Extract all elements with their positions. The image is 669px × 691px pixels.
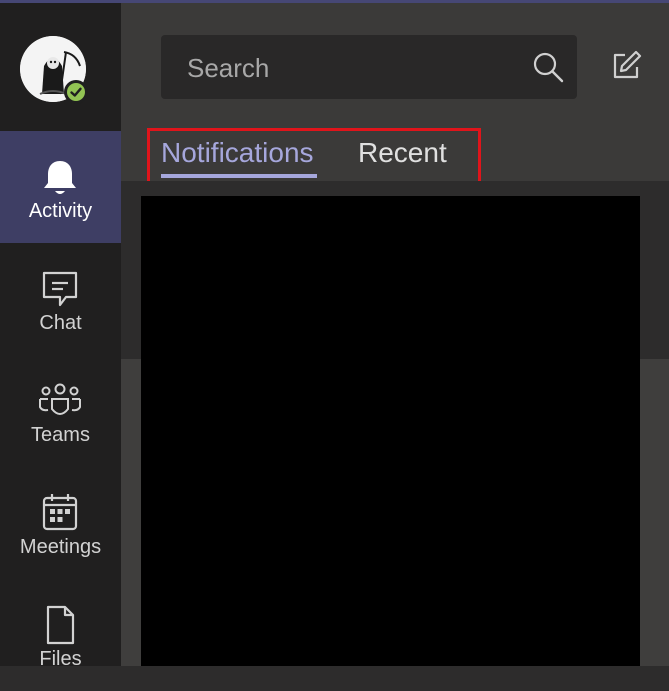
presence-badge bbox=[64, 80, 88, 104]
calendar-icon bbox=[42, 494, 78, 531]
search-icon[interactable] bbox=[531, 50, 565, 84]
nav-activity-label: Activity bbox=[28, 200, 93, 222]
nav-files-label: Files bbox=[39, 648, 82, 670]
nav-activity[interactable]: Activity bbox=[0, 131, 121, 243]
compose-icon[interactable] bbox=[609, 49, 643, 83]
profile-avatar-button[interactable] bbox=[20, 36, 88, 104]
nav-chat-label: Chat bbox=[39, 312, 82, 334]
file-icon bbox=[46, 605, 75, 645]
app-bar: Activity Chat Teams Meetings Files bbox=[0, 3, 121, 670]
chat-icon bbox=[42, 271, 78, 307]
teams-icon bbox=[39, 383, 81, 415]
nav-teams[interactable]: Teams bbox=[0, 355, 121, 467]
search-box bbox=[161, 35, 577, 99]
nav-chat[interactable]: Chat bbox=[0, 243, 121, 355]
redacted-content bbox=[141, 196, 640, 666]
bell-icon bbox=[44, 161, 76, 194]
nav-meetings[interactable]: Meetings bbox=[0, 467, 121, 579]
search-input[interactable] bbox=[185, 47, 529, 89]
nav-teams-label: Teams bbox=[31, 424, 90, 446]
nav-meetings-label: Meetings bbox=[19, 536, 102, 558]
available-check-icon bbox=[70, 87, 82, 97]
nav-files[interactable]: Files bbox=[0, 579, 121, 691]
